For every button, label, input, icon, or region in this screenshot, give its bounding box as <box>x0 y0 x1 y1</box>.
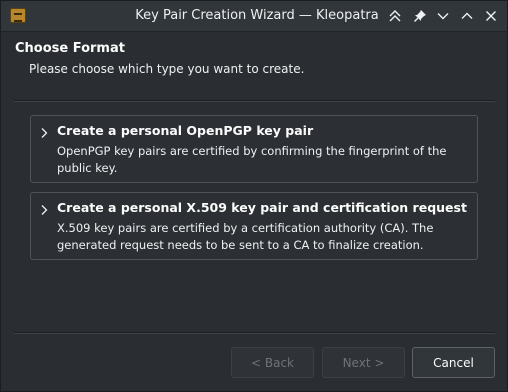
wizard-window: Key Pair Creation Wizard — Kleopatra Cho… <box>0 0 508 392</box>
chevron-right-icon <box>40 201 48 220</box>
page-title: Choose Format <box>15 41 125 56</box>
next-button[interactable]: Next > <box>322 347 405 378</box>
maximize-icon[interactable] <box>457 6 477 26</box>
pin-icon[interactable] <box>410 6 430 26</box>
window-title: Key Pair Creation Wizard — Kleopatra <box>135 8 379 23</box>
keep-above-icon[interactable] <box>385 6 405 26</box>
footer-divider <box>14 332 495 334</box>
title-bar[interactable]: Key Pair Creation Wizard — Kleopatra <box>1 1 507 32</box>
page-subtitle: Please choose which type you want to cre… <box>29 62 305 76</box>
option-description: X.509 key pairs are certified by a certi… <box>57 221 434 252</box>
option-title: Create a personal OpenPGP key pair <box>57 123 314 138</box>
option-openpgp-button[interactable]: Create a personal OpenPGP key pair OpenP… <box>30 115 478 183</box>
option-title: Create a personal X.509 key pair and cer… <box>57 200 467 215</box>
option-description: OpenPGP key pairs are certified by confi… <box>57 144 447 175</box>
close-icon[interactable] <box>481 6 501 26</box>
back-button[interactable]: < Back <box>231 347 314 378</box>
cancel-button[interactable]: Cancel <box>412 347 495 378</box>
minimize-icon[interactable] <box>433 6 453 26</box>
chevron-right-icon <box>40 124 48 143</box>
option-x509-button[interactable]: Create a personal X.509 key pair and cer… <box>30 192 478 260</box>
header-divider <box>14 100 495 102</box>
